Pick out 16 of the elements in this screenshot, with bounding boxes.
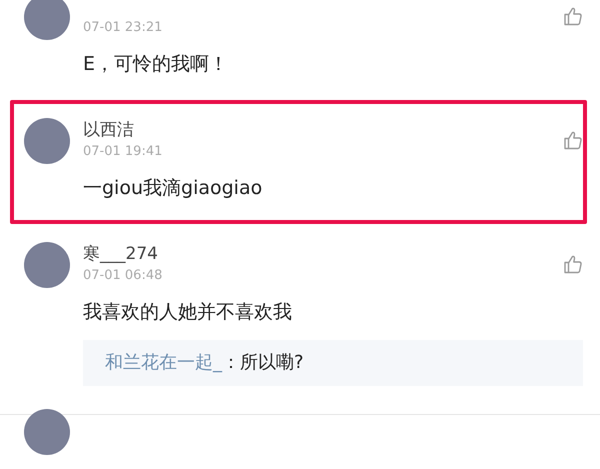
username[interactable]: 以西洁 bbox=[83, 118, 162, 142]
comment-time: 07-01 06:48 bbox=[83, 267, 162, 285]
thumbs-up-icon[interactable] bbox=[563, 6, 583, 26]
comment-time: 07-01 23:21 bbox=[83, 19, 162, 37]
comment-text: 一giou我滴giaogiao bbox=[83, 176, 264, 201]
reply-text: ：所以嘞? bbox=[222, 352, 304, 373]
thumbs-up-icon[interactable] bbox=[563, 130, 583, 150]
avatar[interactable] bbox=[24, 0, 70, 40]
avatar[interactable] bbox=[24, 118, 70, 164]
avatar[interactable] bbox=[24, 242, 70, 288]
comment-time: 07-01 19:41 bbox=[83, 143, 162, 161]
avatar[interactable] bbox=[24, 409, 70, 455]
comment-text: E，可怜的我啊！ bbox=[83, 52, 230, 77]
thumbs-up-icon[interactable] bbox=[563, 254, 583, 274]
username[interactable]: 寒___274 bbox=[83, 242, 162, 266]
comment-text: 我喜欢的人她并不喜欢我 bbox=[83, 300, 293, 325]
